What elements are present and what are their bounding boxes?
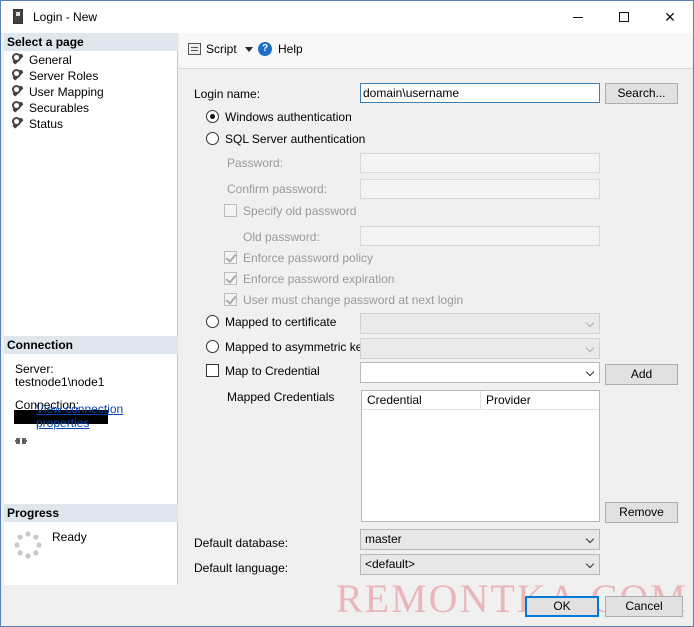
wrench-icon xyxy=(12,101,24,113)
old-password-field[interactable] xyxy=(360,226,600,246)
asymmetric-key-dropdown[interactable] xyxy=(360,338,600,359)
grid-header-credential[interactable]: Credential xyxy=(362,391,481,410)
close-icon: ✕ xyxy=(664,9,676,25)
toolbar: Script ? Help xyxy=(179,33,693,69)
script-button[interactable]: Script xyxy=(188,42,253,56)
sql-auth-radio[interactable] xyxy=(206,132,219,145)
enforce-expiration-label: Enforce password expiration xyxy=(243,272,395,286)
mapped-credentials-grid[interactable]: Credential Provider xyxy=(361,390,600,522)
enforce-expiration-checkbox[interactable] xyxy=(224,272,237,285)
specify-old-password-label: Specify old password xyxy=(243,204,357,218)
app-icon xyxy=(13,9,23,24)
old-password-label: Old password: xyxy=(243,230,320,244)
select-page-header: Select a page xyxy=(4,33,178,51)
must-change-label: User must change password at next login xyxy=(243,293,464,307)
remove-button[interactable]: Remove xyxy=(605,502,678,523)
script-label: Script xyxy=(206,42,237,56)
login-name-label: Login name: xyxy=(194,87,261,101)
enforce-policy-checkbox[interactable] xyxy=(224,251,237,264)
credential-dropdown[interactable] xyxy=(360,362,600,383)
page-label: Server Roles xyxy=(29,69,99,83)
help-label: Help xyxy=(278,42,303,56)
window-title: Login - New xyxy=(33,10,98,24)
plug-icon xyxy=(15,438,27,444)
default-database-dropdown[interactable]: master xyxy=(360,529,600,550)
page-label: User Mapping xyxy=(29,85,104,99)
must-change-checkbox[interactable] xyxy=(224,293,237,306)
ok-button[interactable]: OK xyxy=(525,596,599,617)
confirm-password-field[interactable] xyxy=(360,179,600,199)
page-server-roles[interactable]: Server Roles xyxy=(12,68,98,84)
minimize-icon xyxy=(573,17,583,18)
page-label: Securables xyxy=(29,101,90,115)
mapped-asymmetric-key-radio[interactable] xyxy=(206,340,219,353)
progress-status: Ready xyxy=(52,530,87,544)
chevron-down-icon xyxy=(585,367,595,377)
default-database-label: Default database: xyxy=(194,536,289,550)
search-button[interactable]: Search... xyxy=(605,83,678,104)
wrench-icon xyxy=(12,53,24,65)
page-securables[interactable]: Securables xyxy=(12,100,89,116)
confirm-password-label: Confirm password: xyxy=(227,182,328,196)
specify-old-password-checkbox[interactable] xyxy=(224,204,237,217)
minimize-button[interactable] xyxy=(555,1,601,33)
chevron-down-icon xyxy=(585,559,595,569)
server-label: Server: xyxy=(15,362,54,376)
add-button[interactable]: Add xyxy=(605,364,678,385)
mapped-certificate-label: Mapped to certificate xyxy=(225,315,337,329)
login-new-dialog: Login - New ✕ Select a page General Serv… xyxy=(0,0,694,627)
page-label: Status xyxy=(29,117,64,131)
enforce-policy-label: Enforce password policy xyxy=(243,251,374,265)
chevron-down-icon xyxy=(585,318,595,328)
chevron-down-icon xyxy=(244,46,253,52)
grid-header-provider[interactable]: Provider xyxy=(481,391,599,410)
chevron-down-icon xyxy=(585,534,595,544)
script-icon xyxy=(188,43,201,55)
chevron-down-icon xyxy=(585,343,595,353)
default-language-value: <default> xyxy=(365,557,416,571)
page-status[interactable]: Status xyxy=(12,116,63,132)
help-button[interactable]: ? Help xyxy=(258,42,303,56)
connection-header: Connection xyxy=(4,336,178,354)
view-connection-properties-link[interactable]: View connection properties xyxy=(36,402,177,430)
windows-auth-radio[interactable] xyxy=(206,110,219,123)
title-bar: Login - New ✕ xyxy=(1,1,693,33)
default-language-label: Default language: xyxy=(194,561,289,575)
progress-spinner-icon xyxy=(14,531,42,559)
progress-header: Progress xyxy=(4,504,178,522)
page-label: General xyxy=(29,53,72,67)
map-credential-checkbox[interactable] xyxy=(206,364,219,377)
windows-auth-label: Windows authentication xyxy=(225,110,352,124)
wrench-icon xyxy=(12,85,24,97)
left-pane: Select a page General Server Roles User … xyxy=(4,33,178,585)
map-credential-label: Map to Credential xyxy=(225,364,320,378)
default-language-dropdown[interactable]: <default> xyxy=(360,554,600,575)
password-label: Password: xyxy=(227,156,284,170)
server-value: testnode1\node1 xyxy=(15,375,105,389)
mapped-credentials-label: Mapped Credentials xyxy=(227,390,335,404)
maximize-icon xyxy=(619,12,629,22)
page-user-mapping[interactable]: User Mapping xyxy=(12,84,104,100)
mapped-asymmetric-key-label: Mapped to asymmetric key xyxy=(225,340,369,354)
certificate-dropdown[interactable] xyxy=(360,313,600,334)
close-button[interactable]: ✕ xyxy=(647,1,693,33)
sql-auth-label: SQL Server authentication xyxy=(225,132,366,146)
mapped-certificate-radio[interactable] xyxy=(206,315,219,328)
help-icon: ? xyxy=(258,42,272,56)
cancel-button[interactable]: Cancel xyxy=(605,596,683,617)
page-general[interactable]: General xyxy=(12,52,72,68)
maximize-button[interactable] xyxy=(601,1,647,33)
password-field[interactable] xyxy=(360,153,600,173)
login-name-input[interactable]: domain\username xyxy=(360,83,600,103)
wrench-icon xyxy=(12,117,24,129)
wrench-icon xyxy=(12,69,24,81)
default-database-value: master xyxy=(365,532,402,546)
